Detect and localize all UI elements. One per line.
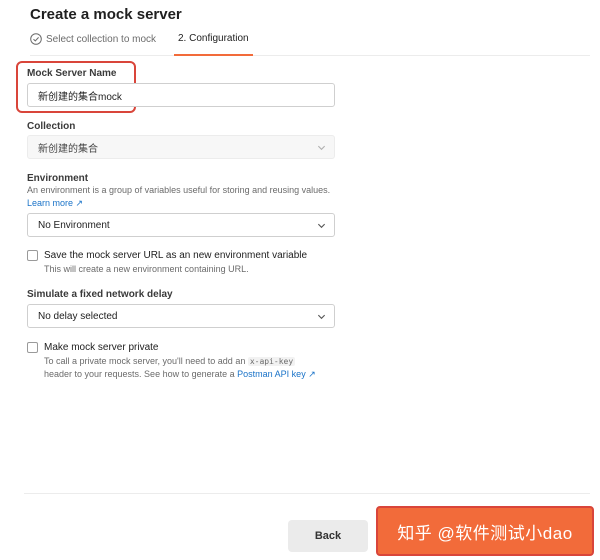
watermark-text: 知乎 @软件测试小dao bbox=[397, 523, 573, 543]
mock-name-input[interactable]: 新创建的集合mock bbox=[27, 83, 335, 107]
chevron-down-icon bbox=[317, 145, 326, 151]
mock-name-value: 新创建的集合mock bbox=[38, 91, 122, 103]
step-label: 2. Configuration bbox=[178, 33, 249, 44]
environment-label: Environment bbox=[27, 173, 89, 184]
environment-select[interactable]: No Environment bbox=[27, 213, 335, 237]
active-step-underline bbox=[174, 54, 253, 56]
private-desc-text: To call a private mock server, you'll ne… bbox=[44, 356, 246, 366]
environment-description: An environment is a group of variables u… bbox=[27, 185, 331, 195]
save-url-label: Save the mock server URL as an new envir… bbox=[44, 250, 308, 261]
collection-value: 新创建的集合 bbox=[38, 143, 98, 155]
api-key-code: x-api-key bbox=[247, 357, 296, 366]
collection-label: Collection bbox=[27, 121, 76, 132]
environment-value: No Environment bbox=[38, 219, 110, 231]
step-select-collection[interactable]: Select collection to mock bbox=[30, 33, 156, 45]
postman-api-key-link[interactable]: Postman API key ↗ bbox=[237, 369, 316, 379]
step-indicator: Select collection to mock 2. Configurati… bbox=[30, 32, 590, 56]
footer-divider bbox=[24, 493, 590, 494]
chevron-down-icon bbox=[317, 314, 326, 320]
learn-more-link[interactable]: Learn more ↗ bbox=[27, 197, 83, 210]
mock-name-label: Mock Server Name bbox=[27, 68, 117, 79]
dialog-title: Create a mock server bbox=[30, 6, 182, 23]
save-url-checkbox[interactable] bbox=[27, 250, 38, 261]
create-mock-server-button[interactable]: 知乎 @软件测试小dao bbox=[376, 506, 594, 556]
private-desc-text: header to your requests. See how to gene… bbox=[44, 369, 235, 379]
collection-select[interactable]: 新创建的集合 bbox=[27, 135, 335, 159]
back-button[interactable]: Back bbox=[288, 520, 368, 552]
private-label: Make mock server private bbox=[44, 342, 159, 353]
private-description: To call a private mock server, you'll ne… bbox=[44, 355, 344, 381]
check-circle-icon bbox=[30, 33, 42, 45]
save-url-description: This will create a new environment conta… bbox=[44, 264, 249, 274]
delay-value: No delay selected bbox=[38, 310, 118, 322]
step-configuration[interactable]: 2. Configuration bbox=[174, 33, 253, 56]
delay-select[interactable]: No delay selected bbox=[27, 304, 335, 328]
delay-label: Simulate a fixed network delay bbox=[27, 289, 173, 300]
step-label: Select collection to mock bbox=[46, 33, 157, 45]
chevron-down-icon bbox=[317, 223, 326, 229]
private-checkbox[interactable] bbox=[27, 342, 38, 353]
